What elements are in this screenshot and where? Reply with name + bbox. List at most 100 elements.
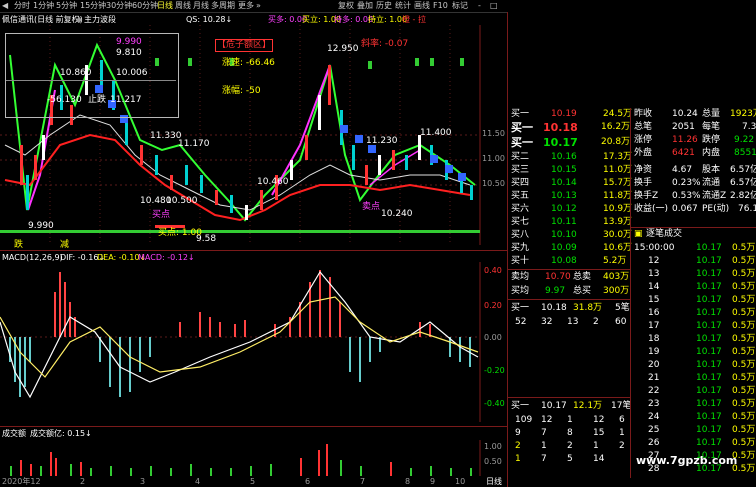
price-label-11170: 11.170 <box>178 139 210 149</box>
price-low-label: 9.990 <box>28 221 54 231</box>
box-value-6: 11.217 <box>110 95 142 105</box>
bid-label: 买一 <box>511 121 533 134</box>
date-mark-3: 3 <box>140 477 146 486</box>
volume-axis-1: 1.00 <box>484 442 502 451</box>
stat-value: 1923万 <box>730 109 756 119</box>
bid-price: 10.17 <box>543 136 578 149</box>
macd-chart[interactable] <box>0 262 507 422</box>
btn-stats[interactable]: 统计 <box>395 0 411 12</box>
bid-volume: 10.6万 <box>603 243 633 253</box>
prev-arrow-icon[interactable]: ◀ <box>2 0 8 12</box>
tab-period-monthly[interactable]: 月线 <box>193 0 209 12</box>
maximize-icon[interactable]: □ <box>490 0 498 12</box>
tick-price: 10.17 <box>696 386 722 396</box>
bid-label: 买二 <box>511 152 530 162</box>
queue-volume-2: 12.1万 <box>573 401 603 411</box>
bid-volume: 16.2万 <box>601 122 631 132</box>
total-sell-label: 总卖 <box>573 272 592 282</box>
btn-overlay[interactable]: 叠加 <box>357 0 373 12</box>
bid-label: 买七 <box>511 217 530 227</box>
tab-period-4[interactable]: 15分钟 <box>80 0 106 12</box>
grid-cell: 2 <box>515 441 521 451</box>
ticks-header[interactable]: 逐笔成交 <box>646 228 682 241</box>
tab-period-3[interactable]: 5分钟 <box>56 0 77 12</box>
stat-value: 0.067 <box>672 204 698 214</box>
rise-label: 涨幅: -50 <box>222 86 261 96</box>
bid-volume: 11.8万 <box>603 191 633 201</box>
tick-price: 10.17 <box>696 243 722 253</box>
stat-value: 10.24 <box>672 109 698 119</box>
minimize-icon[interactable]: - <box>478 0 481 12</box>
bid-price-current: 10.18 <box>543 121 578 134</box>
stat-value: 11.26 <box>672 135 698 145</box>
bottom-tag-label: 买点: 1.00 <box>158 228 202 238</box>
stat-label: 涨停 <box>634 135 653 145</box>
macd-axis-1: 0.40 <box>484 266 502 275</box>
volume-value: 成交额亿: 0.15↓ <box>30 429 92 438</box>
tick-price: 10.17 <box>696 256 722 266</box>
tick-volume: 0.5万 <box>732 412 756 422</box>
date-start: 2020年12 <box>2 477 41 486</box>
queue-num: 2 <box>593 317 599 327</box>
tab-multi-period[interactable]: 多周期 <box>211 0 235 12</box>
tick-price: 10.17 <box>696 334 722 344</box>
btn-mark[interactable]: 标记 <box>452 0 468 12</box>
indicator-name[interactable]: 主力波段 <box>84 14 116 25</box>
more-arrow-icon[interactable]: » <box>256 0 261 12</box>
macd-axis-2: 0.20 <box>484 301 502 310</box>
tab-period-weekly[interactable]: 周线 <box>175 0 191 12</box>
tick-volume: 0.5万 <box>732 373 756 383</box>
btn-draw[interactable]: 画线 <box>414 0 430 12</box>
tick-time: 21 <box>648 373 660 383</box>
tab-period-daily[interactable]: 日线 <box>157 0 173 12</box>
tab-period-2[interactable]: 1分钟 <box>33 0 54 12</box>
tick-time: 24 <box>648 412 660 422</box>
tick-price: 10.17 <box>696 360 722 370</box>
grid-cell: 1 <box>593 441 599 451</box>
tab-period-1[interactable]: 分时 <box>14 0 30 12</box>
sell-point-label: 卖点 <box>362 202 381 212</box>
tick-time: 16 <box>648 308 660 318</box>
tick-time: 19 <box>648 347 660 357</box>
queue-grid-row: 9 7 8 15 1 <box>511 427 631 440</box>
total-buy-value: 300万 <box>603 286 630 296</box>
ticks-toggle-icon[interactable]: ▣ <box>634 229 643 239</box>
queue-price: 10.18 <box>541 303 567 313</box>
tick-volume: 0.5万 <box>732 269 756 279</box>
tick-time: 17 <box>648 321 660 331</box>
tick-volume: 0.5万 <box>732 360 756 370</box>
volume-chart[interactable] <box>0 440 507 476</box>
tick-volume: 0.5万 <box>732 321 756 331</box>
grid-cell: 9 <box>515 428 521 438</box>
btn-f10[interactable]: F10 <box>433 0 448 12</box>
qs-value: QS: 10.28↓ <box>186 15 233 24</box>
price-label-10460: 10.460 <box>257 177 289 187</box>
watermark-text: www.7gpzb.com <box>636 454 738 467</box>
divider <box>508 299 630 300</box>
bid-label: 买八 <box>511 230 530 240</box>
tab-period-5[interactable]: 30分钟 <box>106 0 132 12</box>
divider <box>508 397 630 398</box>
bid-volume: 24.5万 <box>603 109 633 119</box>
btn-restore-rights[interactable]: 复权 <box>338 0 354 12</box>
stat-label: 外盘 <box>634 148 653 158</box>
grid-cell: 5 <box>567 454 573 464</box>
bid-price: 10.12 <box>551 204 577 214</box>
price-label-11330: 11.330 <box>150 131 182 141</box>
flag-value: 橙 - 拉 <box>402 15 426 24</box>
signal-box-divider <box>6 80 176 81</box>
tick-time: 26 <box>648 438 660 448</box>
tab-period-6[interactable]: 60分钟 <box>132 0 158 12</box>
volume-title[interactable]: 成交额 <box>2 428 26 439</box>
tab-more[interactable]: 更多 <box>238 0 254 12</box>
stat-value: 76.1 <box>738 204 756 214</box>
bid-volume: 30.0万 <box>603 230 633 240</box>
period-tab-daily[interactable]: 日线 <box>486 477 502 487</box>
stat-label: 收益(一) <box>634 204 669 214</box>
avg-sell-label: 卖均 <box>511 272 530 282</box>
grid-cell: 14 <box>593 454 605 464</box>
btn-history[interactable]: 历史 <box>376 0 392 12</box>
tick-time: 18 <box>648 334 660 344</box>
bid-volume: 17.3万 <box>603 152 633 162</box>
stat-label: 换手 <box>634 178 653 188</box>
